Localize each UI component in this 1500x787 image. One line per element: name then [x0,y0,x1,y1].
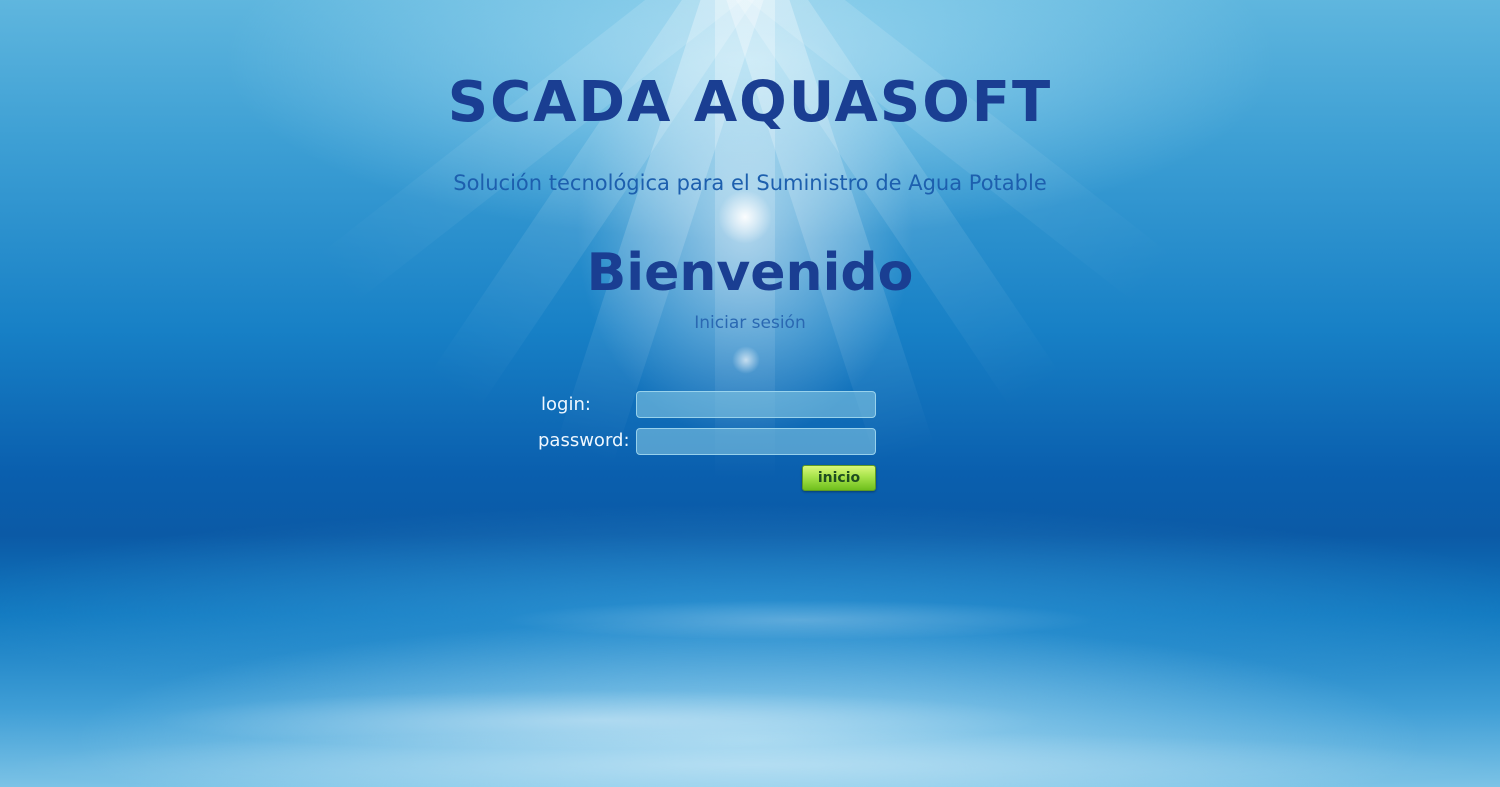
login-submit-button[interactable]: inicio [802,465,876,491]
password-input[interactable] [636,428,876,455]
water-ripple [500,600,1100,640]
light-ray [429,0,770,408]
app-title: SCADA AQUASOFT [447,70,1053,135]
welcome-heading: Bienvenido [586,243,914,303]
login-input[interactable] [636,391,876,418]
app-tagline: Solución tecnológica para el Suministro … [453,171,1047,195]
password-label: password: [538,430,630,451]
light-glow [718,190,772,244]
light-glow [732,346,760,374]
login-label: login: [541,394,591,415]
light-ray [720,0,1061,408]
water-ripple [0,730,1500,787]
login-subtitle: Iniciar sesión [694,313,806,333]
